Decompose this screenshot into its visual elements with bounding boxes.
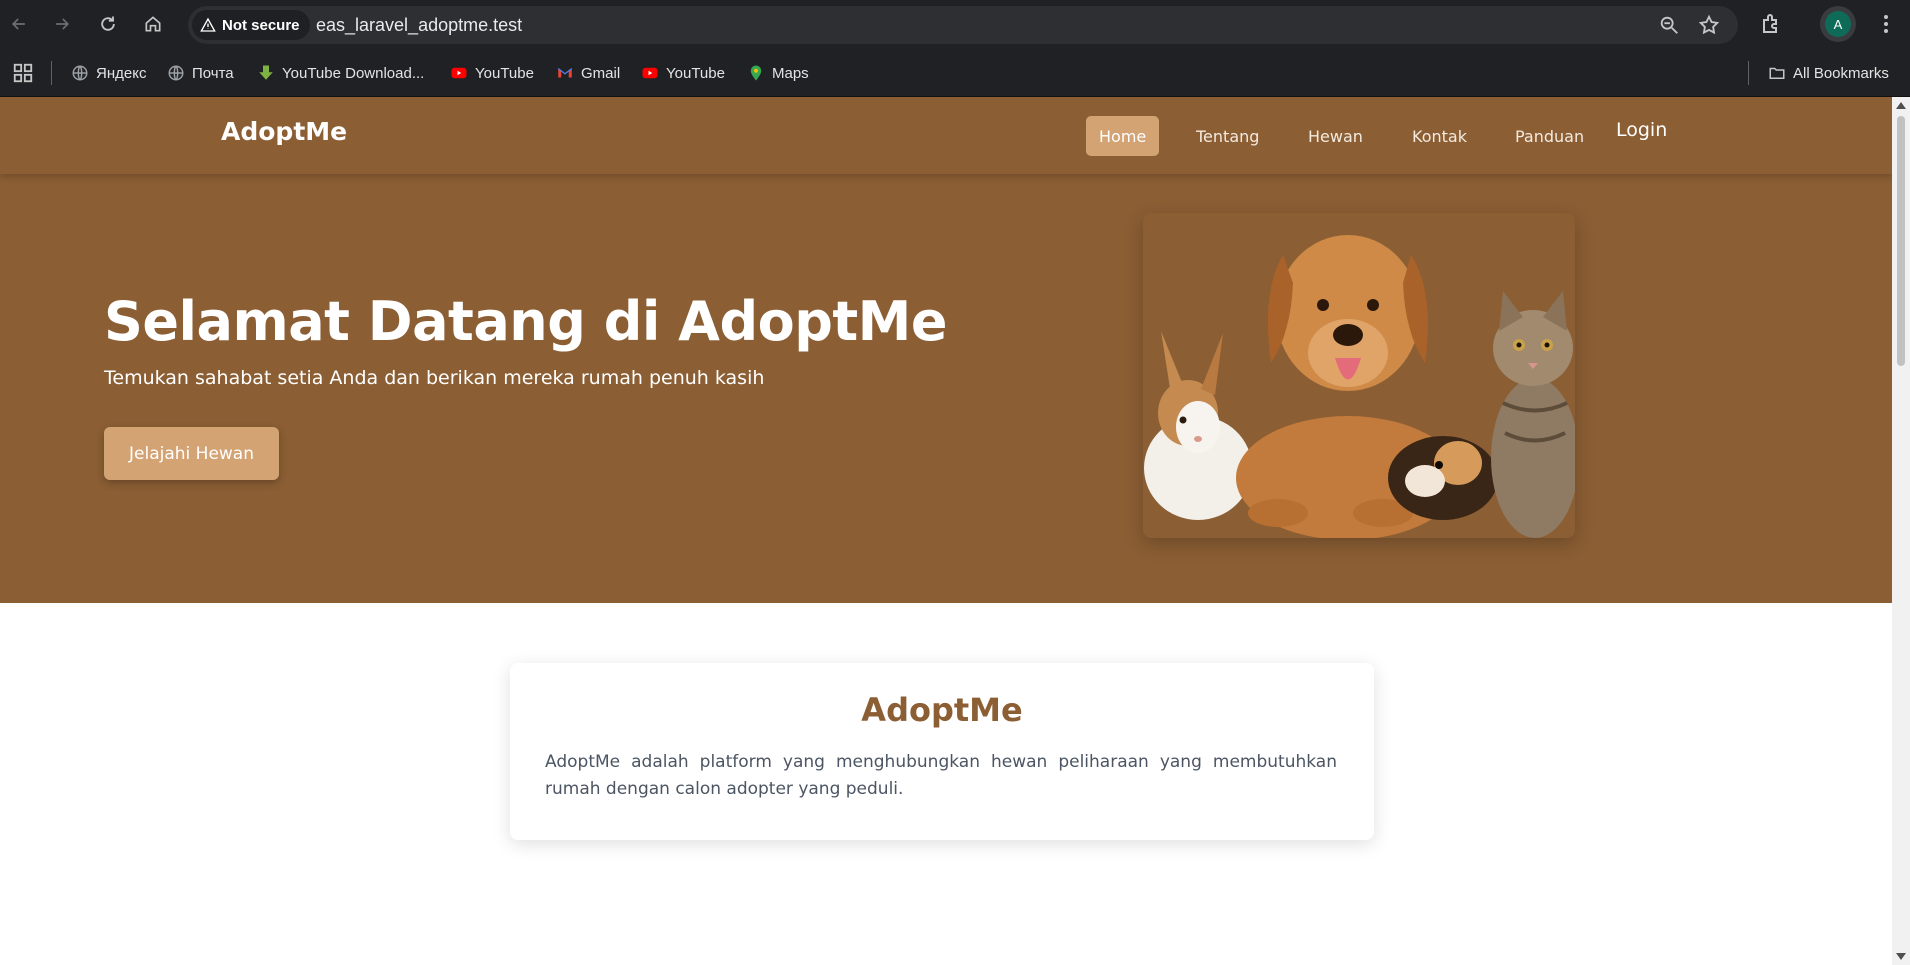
bookmark-star-icon[interactable] [1698,14,1720,36]
warning-triangle-icon [200,17,216,33]
back-arrow-icon[interactable] [7,12,31,36]
profile-button[interactable]: A [1820,6,1856,42]
address-bar[interactable]: Not secure eas_laravel_adoptme.test [188,6,1738,44]
bookmarks-divider [51,61,52,85]
hero-section: Selamat Datang di AdoptMe Temukan sahaba… [0,174,1892,603]
reload-icon[interactable] [96,12,120,36]
youtube-icon [450,64,468,82]
all-bookmarks-label: All Bookmarks [1793,64,1889,82]
youtube-icon [641,64,659,82]
scroll-up-arrow-icon[interactable] [1896,102,1906,109]
bookmark-youtube-downloader[interactable]: YouTube Download... [257,60,424,86]
more-menu-icon[interactable] [1874,12,1898,36]
pets-hero-image [1143,213,1575,538]
bookmarks-divider [1748,61,1749,85]
bookmark-youtube-1[interactable]: YouTube [450,60,534,86]
browser-toolbar: Not secure eas_laravel_adoptme.test A [0,0,1910,49]
bookmark-label: Яндекс [96,64,147,82]
bookmark-youtube-2[interactable]: YouTube [641,60,725,86]
hero-subtitle: Temukan sahabat setia Anda dan berikan m… [104,367,765,389]
bookmark-gmail[interactable]: Gmail [556,60,620,86]
nav-panduan[interactable]: Panduan [1502,116,1597,156]
nav-hewan[interactable]: Hewan [1295,116,1376,156]
nav-kontak[interactable]: Kontak [1399,116,1480,156]
bookmarks-bar: Яндекс Почта YouTube Download... YouTube… [0,49,1910,97]
globe-icon [71,64,89,82]
nav-tentang[interactable]: Tentang [1183,116,1272,156]
avatar: A [1825,11,1851,37]
nav-home[interactable]: Home [1086,116,1160,156]
extensions-puzzle-icon[interactable] [1760,12,1784,36]
url-text[interactable]: eas_laravel_adoptme.test [316,15,522,36]
all-bookmarks-button[interactable]: All Bookmarks [1768,60,1889,86]
about-description: AdoptMe adalah platform yang menghubungk… [545,752,1337,799]
gmail-icon [556,64,574,82]
maps-pin-icon [747,64,765,82]
globe-icon [167,64,185,82]
brand-logo-text[interactable]: AdoptMe [221,117,347,146]
bookmark-label: YouTube [666,64,725,82]
bookmark-label: YouTube [475,64,534,82]
forward-arrow-icon[interactable] [50,12,74,36]
cat-illustration [1491,291,1575,538]
home-icon[interactable] [141,12,165,36]
guinea-pig-illustration [1388,436,1498,520]
site-navbar: AdoptMe Home Tentang Hewan Kontak Pandua… [0,97,1892,174]
scroll-down-arrow-icon[interactable] [1896,953,1906,960]
bookmark-maps[interactable]: Maps [747,60,809,86]
folder-icon [1768,64,1786,82]
scroll-thumb[interactable] [1897,116,1905,366]
bookmark-yandex[interactable]: Яндекс [71,60,146,86]
page-scrollbar[interactable] [1892,97,1910,965]
security-chip[interactable]: Not secure [192,10,310,40]
bookmark-label: Почта [192,64,234,82]
explore-animals-button[interactable]: Jelajahi Hewan [104,427,279,480]
bookmark-label: Maps [772,64,809,82]
about-title: AdoptMe [861,691,1023,729]
zoom-icon[interactable] [1658,14,1680,36]
hero-title: Selamat Datang di AdoptMe [104,290,948,353]
nav-login[interactable]: Login [1616,119,1667,141]
security-label: Not secure [222,16,300,34]
apps-grid-icon[interactable] [12,62,34,84]
page-viewport: AdoptMe Home Tentang Hewan Kontak Pandua… [0,97,1892,965]
about-card: AdoptMe AdoptMe adalah platform yang men… [510,663,1374,840]
bookmark-label: YouTube Download... [282,64,425,82]
bookmark-label: Gmail [581,64,621,82]
download-arrow-icon [257,64,275,82]
rabbit-illustration [1144,331,1252,520]
bookmark-pochta[interactable]: Почта [167,60,234,86]
